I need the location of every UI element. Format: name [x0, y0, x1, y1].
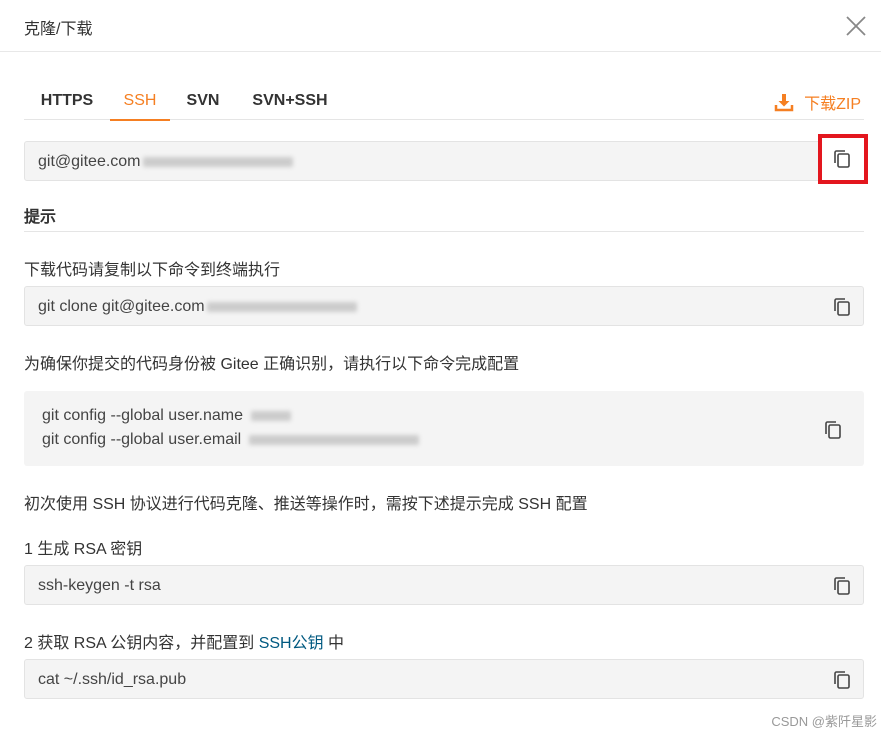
copy-icon[interactable]: [833, 670, 851, 690]
pubkey-command: cat ~/.ssh/id_rsa.pub: [38, 671, 187, 688]
tips-title: 提示: [24, 209, 57, 226]
config-email-command: git config --global user.email: [42, 431, 242, 448]
step2-label: 2 获取 RSA 公钥内容，并配置到 SSH公钥 中: [24, 629, 344, 653]
redacted-text: [206, 301, 357, 312]
dialog-title: 克隆/下载: [24, 21, 93, 38]
download-icon: [774, 94, 794, 112]
keygen-command: ssh-keygen -t rsa: [38, 577, 161, 594]
config-name-command: git config --global user.name: [42, 407, 243, 424]
clone-intro: 下载代码请复制以下命令到终端执行: [24, 262, 281, 279]
pubkey-command-field[interactable]: cat ~/.ssh/id_rsa.pub: [24, 659, 864, 699]
dialog-header: 克隆/下载: [0, 0, 881, 52]
download-zip-label: 下载ZIP: [804, 96, 861, 113]
ssh-key-link[interactable]: SSH公钥: [259, 635, 324, 652]
redacted-text: [251, 410, 291, 421]
ssh-intro: 初次使用 SSH 协议进行代码克隆、推送等操作时，需按下述提示完成 SSH 配置: [24, 496, 588, 513]
watermark: CSDN @紫阡星影: [771, 714, 877, 729]
protocol-tabs: HTTPS SSH SVN SVN+SSH: [24, 88, 864, 121]
redacted-text: [142, 156, 293, 167]
step2-prefix: 2 获取 RSA 公钥内容，并配置到: [24, 635, 259, 652]
divider: [24, 231, 864, 232]
copy-icon[interactable]: [833, 149, 851, 169]
clone-command: git clone git@gitee.com: [38, 298, 205, 315]
config-command-block[interactable]: git config --global user.name git config…: [24, 391, 864, 466]
close-icon[interactable]: [845, 15, 867, 37]
tab-https[interactable]: HTTPS: [24, 88, 110, 119]
download-zip-button[interactable]: 下载ZIP: [774, 91, 861, 113]
ssh-url-field[interactable]: git@gitee.com: [24, 141, 864, 181]
highlighted-copy-button[interactable]: [818, 134, 868, 184]
redacted-text: [249, 434, 420, 445]
step2-suffix: 中: [323, 635, 345, 652]
tab-ssh[interactable]: SSH: [110, 88, 170, 121]
keygen-command-field[interactable]: ssh-keygen -t rsa: [24, 565, 864, 605]
ssh-url-value: git@gitee.com: [38, 153, 141, 170]
copy-icon[interactable]: [833, 297, 851, 317]
step1-label: 1 生成 RSA 密钥: [24, 541, 143, 558]
tab-svn-ssh[interactable]: SVN+SSH: [236, 88, 344, 119]
copy-icon[interactable]: [833, 576, 851, 596]
config-intro: 为确保你提交的代码身份被 Gitee 正确识别，请执行以下命令完成配置: [24, 356, 520, 373]
tab-svn[interactable]: SVN: [170, 88, 236, 119]
copy-icon[interactable]: [824, 420, 842, 440]
clone-command-field[interactable]: git clone git@gitee.com: [24, 286, 864, 326]
